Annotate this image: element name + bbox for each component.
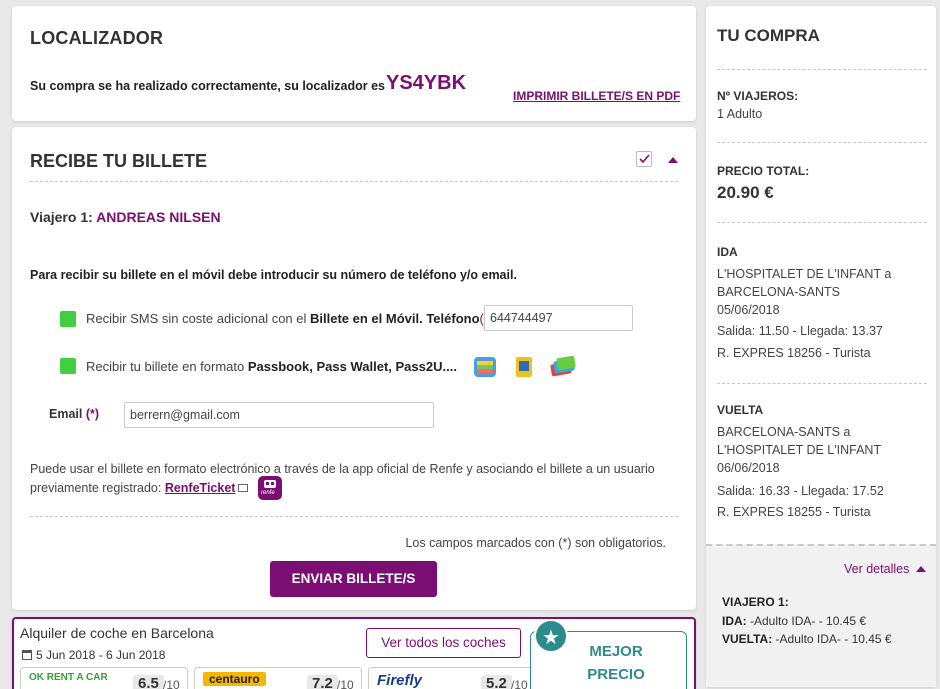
- divider: [717, 383, 927, 384]
- divider: [717, 69, 927, 70]
- pass-wallet-icon: [512, 355, 536, 379]
- recibe-billete-panel: RECIBE TU BILLETE Viajero 1: ANDREAS NIL…: [12, 127, 696, 610]
- required-note: Los campos marcados con (*) son obligato…: [405, 536, 666, 550]
- ida-detail-value: -Adulto IDA- - 10.45 €: [746, 614, 867, 628]
- best-price-text: MEJOR PRECIO: [587, 643, 645, 683]
- ida-train: R. EXPRES 18256 - Turista: [717, 346, 871, 360]
- viajero-label: Viajero 1:: [30, 209, 93, 225]
- vuelta-detail: VUELTA: -Adulto IDA- - 10.45 €: [722, 632, 892, 646]
- passbook-bold: Passbook, Pass Wallet, Pass2U....: [247, 359, 457, 374]
- viajero-line: Viajero 1: ANDREAS NILSEN: [30, 209, 221, 225]
- precio-label: PRECIO TOTAL:: [717, 164, 810, 178]
- rental-score: 6.5: [133, 675, 164, 689]
- vuelta-times: Salida: 16.33 - Llegada: 17.52: [717, 484, 884, 498]
- passbook-app-icon: [473, 355, 497, 379]
- view-all-cars-button[interactable]: Ver todos los coches: [366, 628, 521, 658]
- vuelta-train: R. EXPRES 18255 - Turista: [717, 505, 871, 519]
- mobile-instruction: Para recibir su billete en el móvil debe…: [30, 268, 517, 282]
- rental-score: 5.2: [481, 675, 512, 689]
- viajero-name: ANDREAS NILSEN: [96, 209, 221, 225]
- ver-detalles-link[interactable]: Ver detalles: [844, 562, 909, 576]
- ok-rentacar-logo: OK RENT A CAR: [29, 672, 108, 683]
- calendar-icon: [22, 650, 32, 660]
- ida-detail-label: IDA:: [722, 614, 747, 628]
- print-pdf-link[interactable]: IMPRIMIR BILLETE/S EN PDF: [513, 89, 680, 103]
- star-icon: ★: [534, 619, 568, 653]
- external-link-icon: [238, 484, 249, 492]
- divider: [30, 516, 678, 517]
- ida-route: L'HOSPITALET DE L'INFANT a BARCELONA-SAN…: [717, 267, 892, 299]
- passbook-option-label: Recibir tu billete en formato Passbook, …: [86, 359, 457, 374]
- sms-checkbox[interactable]: [60, 311, 76, 327]
- renfe-app-icon[interactable]: renfe: [258, 476, 282, 500]
- vuelta-date: 06/06/2018: [717, 461, 780, 475]
- divider: [30, 181, 678, 182]
- centauro-logo: centauro: [203, 672, 266, 686]
- rental-card[interactable]: centauro 7.2 /10: [194, 667, 362, 689]
- purchase-summary-panel: TU COMPRA Nº VIAJEROS: 1 Adulto PRECIO T…: [706, 6, 936, 687]
- panel-check-icon[interactable]: [636, 151, 652, 167]
- localizador-message: Su compra se ha realizado correctamente,…: [30, 79, 385, 93]
- email-input[interactable]: berrern@gmail.com: [124, 402, 434, 428]
- renfe-badge-text: renfe: [261, 490, 275, 496]
- localizador-code: YS4YBK: [386, 72, 467, 94]
- rental-card[interactable]: Firefly 5.2 /10: [368, 667, 536, 689]
- passbook-prefix: Recibir tu billete en formato: [86, 359, 245, 374]
- rental-card[interactable]: OK RENT A CAR 6.5 /10: [20, 667, 188, 689]
- renfeticket-link[interactable]: RenfeTicket: [165, 481, 236, 495]
- recibe-title: RECIBE TU BILLETE: [30, 151, 208, 171]
- phone-input[interactable]: 644744497: [484, 305, 633, 331]
- localizador-title: LOCALIZADOR: [30, 28, 164, 48]
- ida-detail: IDA: -Adulto IDA- - 10.45 €: [722, 614, 866, 628]
- firefly-logo: Firefly: [377, 672, 423, 689]
- sms-option-label: Recibir SMS sin coste adicional con el B…: [86, 311, 493, 326]
- collapse-caret-icon[interactable]: [668, 157, 678, 163]
- precio-value: 20.90 €: [717, 183, 774, 202]
- caret-up-icon[interactable]: [916, 566, 926, 572]
- ida-date: 05/06/2018: [717, 303, 780, 317]
- rental-score-scale: /10: [163, 678, 180, 689]
- divider: [717, 222, 927, 223]
- localizador-panel: LOCALIZADOR Su compra se ha realizado co…: [12, 6, 696, 121]
- send-ticket-button[interactable]: ENVIAR BILLETE/S: [270, 561, 437, 597]
- info-line-1: Puede usar el billete en formato electró…: [30, 462, 655, 476]
- purchase-title: TU COMPRA: [717, 26, 820, 45]
- car-rental-panel: Alquiler de coche en Barcelona 5 Jun 201…: [12, 617, 696, 689]
- rental-score-scale: /10: [337, 678, 354, 689]
- viajeros-value: 1 Adulto: [717, 107, 763, 121]
- sms-bold: Billete en el Móvil. Teléfono: [310, 311, 480, 326]
- vuelta-detail-value: -Adulto IDA- - 10.45 €: [772, 632, 892, 646]
- vuelta-label: VUELTA: [717, 403, 764, 417]
- email-label-text: Email: [49, 407, 83, 421]
- vuelta-route: BARCELONA-SANTS a L'HOSPITALET DE L'INFA…: [717, 425, 882, 457]
- email-label: Email (*): [49, 407, 99, 421]
- details-section: Ver detalles VIAJERO 1: IDA: -Adulto IDA…: [706, 544, 936, 687]
- divider: [717, 142, 927, 143]
- ida-times: Salida: 11.50 - Llegada: 13.37: [717, 324, 883, 338]
- car-rental-title: Alquiler de coche en Barcelona: [20, 625, 214, 641]
- vuelta-detail-label: VUELTA:: [722, 632, 773, 646]
- rental-score-scale: /10: [511, 678, 528, 689]
- sms-prefix: Recibir SMS sin coste adicional con el: [86, 311, 307, 326]
- car-rental-dates-text: 5 Jun 2018 - 6 Jun 2018: [36, 648, 166, 662]
- info-line-2-text: previamente registrado:: [30, 481, 162, 495]
- car-rental-dates: 5 Jun 2018 - 6 Jun 2018: [22, 648, 165, 662]
- viajeros-label: Nº VIAJEROS:: [717, 89, 799, 103]
- rental-score: 7.2: [307, 675, 338, 689]
- passbook-checkbox[interactable]: [60, 358, 76, 374]
- renfe-info: Puede usar el billete en formato electró…: [30, 460, 680, 498]
- info-line-2: previamente registrado: RenfeTicket: [30, 479, 680, 498]
- viajero1-label: VIAJERO 1:: [722, 595, 789, 609]
- viajero1-label-text: VIAJERO 1:: [722, 595, 789, 609]
- pass2u-icon: [550, 355, 576, 379]
- ida-label: IDA: [717, 245, 738, 259]
- email-required: (*): [85, 407, 100, 421]
